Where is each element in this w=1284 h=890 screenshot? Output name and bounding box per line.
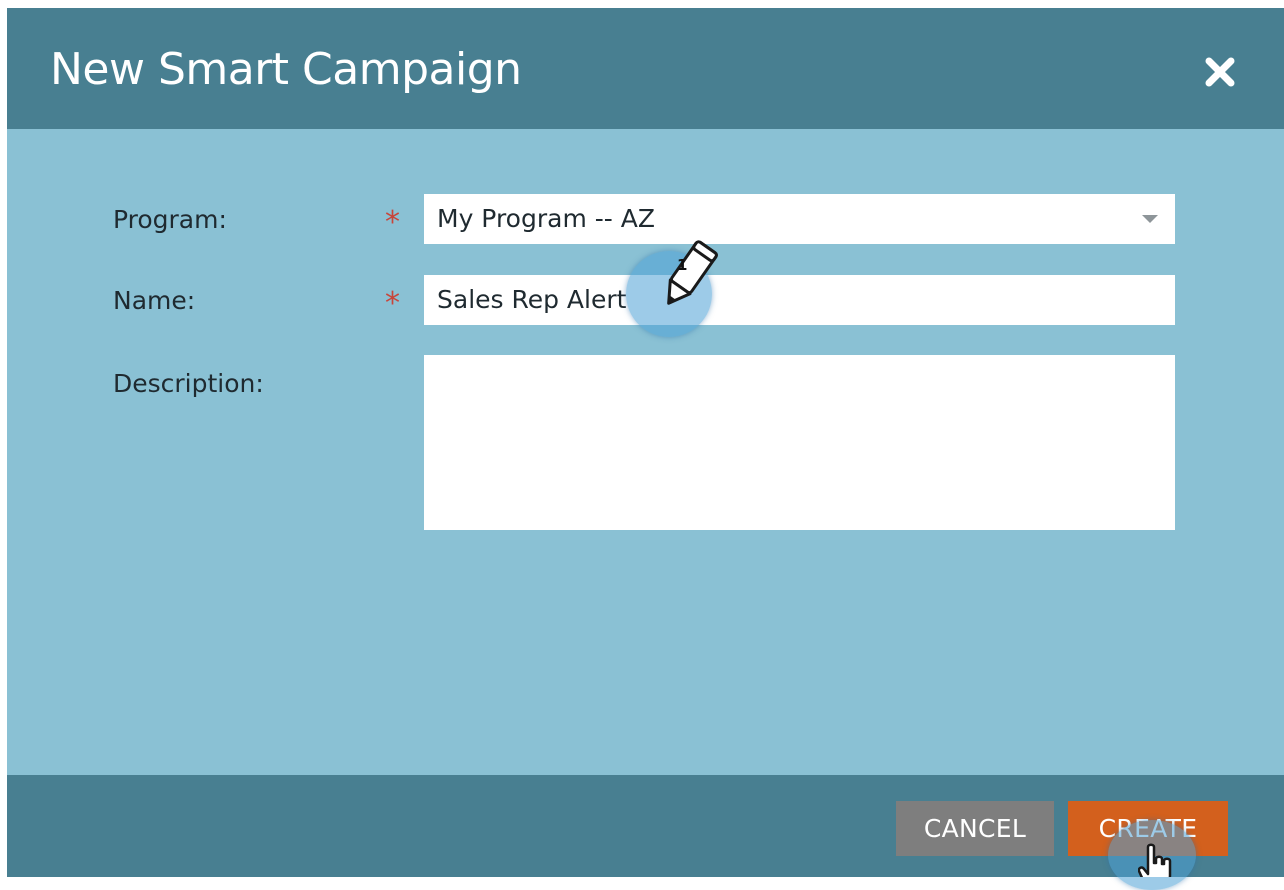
step-number-badge: 1 <box>677 256 688 274</box>
description-textarea[interactable] <box>424 355 1175 530</box>
dialog-title: New Smart Campaign <box>50 44 522 95</box>
program-label: Program: <box>113 205 227 234</box>
dialog-body: Program: * My Program -- AZ Name: * Sale… <box>7 129 1284 775</box>
cancel-button[interactable]: CANCEL <box>896 801 1054 856</box>
create-button[interactable]: CREATE <box>1068 801 1228 856</box>
program-select-value: My Program -- AZ <box>437 204 655 233</box>
close-button[interactable] <box>1200 52 1240 92</box>
name-input[interactable]: Sales Rep Alert <box>424 275 1175 325</box>
chevron-down-icon <box>1142 215 1158 223</box>
dialog-header: New Smart Campaign <box>7 8 1284 129</box>
name-label: Name: <box>113 286 196 315</box>
close-icon <box>1205 57 1235 87</box>
program-required-marker: * <box>385 205 400 240</box>
dialog-footer: CANCEL CREATE <box>7 775 1284 877</box>
program-select[interactable]: My Program -- AZ <box>424 194 1175 244</box>
name-required-marker: * <box>385 286 400 321</box>
name-input-value: Sales Rep Alert <box>437 285 627 314</box>
new-smart-campaign-dialog: New Smart Campaign Program: * My Program… <box>7 8 1284 877</box>
description-label: Description: <box>113 369 264 398</box>
